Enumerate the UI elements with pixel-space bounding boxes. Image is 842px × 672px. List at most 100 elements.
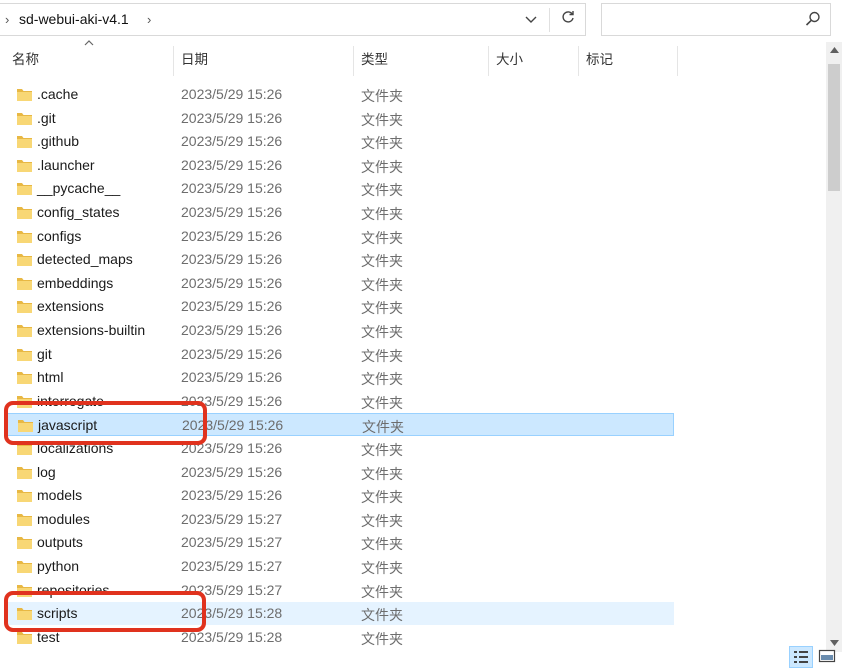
file-row[interactable]: .launcher 2023/5/29 15:26 文件夹 xyxy=(6,154,674,177)
breadcrumb-separator-icon[interactable]: › xyxy=(147,12,151,27)
address-bar[interactable]: › sd-webui-aki-v4.1 › xyxy=(0,3,586,36)
column-header-name[interactable]: 名称 xyxy=(12,40,172,76)
details-view-icon[interactable] xyxy=(789,646,813,668)
file-type: 文件夹 xyxy=(361,88,403,104)
file-row[interactable]: .github 2023/5/29 15:26 文件夹 xyxy=(6,130,674,153)
address-divider xyxy=(549,8,550,32)
chevron-down-icon[interactable] xyxy=(519,9,543,31)
column-divider[interactable] xyxy=(578,46,579,76)
column-header-date[interactable]: 日期 xyxy=(181,40,351,76)
column-header-size[interactable]: 大小 xyxy=(496,40,576,76)
highlight-box-javascript xyxy=(4,401,207,445)
navigation-bar: › sd-webui-aki-v4.1 › xyxy=(0,0,842,40)
folder-icon xyxy=(16,275,33,291)
folder-icon xyxy=(16,534,33,550)
file-row[interactable]: git 2023/5/29 15:26 文件夹 xyxy=(6,343,674,366)
folder-icon xyxy=(16,298,33,314)
file-type: 文件夹 xyxy=(361,229,403,246)
file-type: 文件夹 xyxy=(361,560,403,576)
file-name: models xyxy=(37,487,83,504)
file-name: extensions-builtin xyxy=(37,322,146,338)
file-row[interactable]: python 2023/5/29 15:27 文件夹 xyxy=(6,555,674,578)
file-name: detected_maps xyxy=(37,251,133,268)
search-icon[interactable] xyxy=(804,10,822,28)
file-row[interactable]: __pycache__ 2023/5/29 15:26 文件夹 xyxy=(6,177,674,200)
file-row[interactable]: .cache 2023/5/29 15:26 文件夹 xyxy=(6,83,674,106)
file-row[interactable]: detected_maps 2023/5/29 15:26 文件夹 xyxy=(6,248,674,271)
file-type: 文件夹 xyxy=(361,206,403,222)
file-date: 2023/5/29 15:26 xyxy=(181,86,283,102)
file-type: 文件夹 xyxy=(361,371,403,388)
file-date: 2023/5/29 15:26 xyxy=(181,298,283,315)
folder-icon xyxy=(16,133,33,149)
file-date: 2023/5/29 15:26 xyxy=(181,322,283,338)
file-row[interactable]: extensions 2023/5/29 15:26 文件夹 xyxy=(6,295,674,318)
file-type: 文件夹 xyxy=(361,442,403,458)
file-name: .github xyxy=(37,133,80,150)
file-type: 文件夹 xyxy=(361,394,403,411)
file-name: __pycache__ xyxy=(37,180,121,197)
file-name: html xyxy=(37,369,64,386)
large-icons-view-icon[interactable] xyxy=(816,646,840,668)
column-header-type[interactable]: 类型 xyxy=(361,40,486,76)
column-divider[interactable] xyxy=(353,46,354,76)
folder-icon xyxy=(16,558,33,574)
file-date: 2023/5/29 15:26 xyxy=(181,274,283,291)
file-name: configs xyxy=(37,227,82,244)
folder-icon xyxy=(16,180,33,196)
file-row[interactable]: modules 2023/5/29 15:27 文件夹 xyxy=(6,508,674,531)
file-row[interactable]: embeddings 2023/5/29 15:26 文件夹 xyxy=(6,272,674,295)
file-type: 文件夹 xyxy=(361,135,403,152)
column-divider[interactable] xyxy=(173,46,174,76)
file-name: log xyxy=(37,463,56,480)
file-row[interactable]: config_states 2023/5/29 15:26 文件夹 xyxy=(6,201,674,224)
file-name: outputs xyxy=(37,534,83,551)
file-date: 2023/5/29 15:26 xyxy=(181,204,283,220)
vertical-scrollbar[interactable] xyxy=(826,42,842,652)
file-row[interactable]: models 2023/5/29 15:26 文件夹 xyxy=(6,484,674,507)
file-date: 2023/5/29 15:27 xyxy=(181,534,283,551)
breadcrumb-current-folder[interactable]: sd-webui-aki-v4.1 xyxy=(19,11,129,27)
highlight-box-scripts xyxy=(4,591,206,632)
scroll-up-arrow-icon[interactable] xyxy=(826,42,842,59)
file-type: 文件夹 xyxy=(361,489,403,506)
file-row[interactable]: html 2023/5/29 15:26 文件夹 xyxy=(6,366,674,389)
search-input[interactable] xyxy=(601,3,831,36)
file-type: 文件夹 xyxy=(361,512,403,529)
file-type: 文件夹 xyxy=(362,419,404,436)
folder-icon xyxy=(16,487,33,503)
folder-icon xyxy=(16,204,33,220)
file-type: 文件夹 xyxy=(361,583,403,600)
folder-icon xyxy=(16,346,33,362)
file-type: 文件夹 xyxy=(361,347,403,364)
file-type: 文件夹 xyxy=(361,253,403,270)
breadcrumb-chevron-icon[interactable]: › xyxy=(5,12,9,27)
file-date: 2023/5/29 15:26 xyxy=(181,156,283,173)
file-type: 文件夹 xyxy=(361,111,403,128)
file-date: 2023/5/29 15:27 xyxy=(181,558,283,574)
file-row[interactable]: outputs 2023/5/29 15:27 文件夹 xyxy=(6,531,674,554)
file-type: 文件夹 xyxy=(361,465,403,482)
file-row[interactable]: extensions-builtin 2023/5/29 15:26 文件夹 xyxy=(6,319,674,342)
file-type: 文件夹 xyxy=(361,182,403,199)
file-date: 2023/5/29 15:26 xyxy=(181,487,283,504)
folder-icon xyxy=(16,511,33,527)
scrollbar-thumb[interactable] xyxy=(828,64,840,191)
folder-icon xyxy=(16,251,33,267)
column-header-row: 名称 日期 类型 大小 标记 xyxy=(0,40,826,76)
file-type: 文件夹 xyxy=(361,607,403,624)
file-row[interactable]: log 2023/5/29 15:26 文件夹 xyxy=(6,461,674,484)
column-divider[interactable] xyxy=(677,46,678,76)
file-date: 2023/5/29 15:26 xyxy=(181,109,283,126)
file-date: 2023/5/29 15:26 xyxy=(181,251,283,268)
file-date: 2023/5/29 15:26 xyxy=(181,463,283,480)
file-name: config_states xyxy=(37,204,120,220)
folder-icon xyxy=(16,369,33,385)
folder-icon xyxy=(16,228,33,244)
file-row[interactable]: .git 2023/5/29 15:26 文件夹 xyxy=(6,107,674,130)
file-row[interactable]: configs 2023/5/29 15:26 文件夹 xyxy=(6,225,674,248)
column-divider[interactable] xyxy=(488,46,489,76)
column-header-tags[interactable]: 标记 xyxy=(586,40,674,76)
file-type: 文件夹 xyxy=(361,300,403,317)
refresh-icon[interactable] xyxy=(553,7,583,33)
